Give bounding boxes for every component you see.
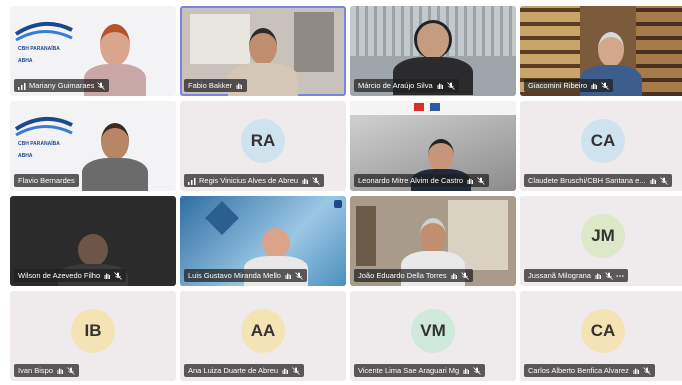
participant-tile[interactable]: IB Ivan Bispo [10,291,176,381]
name-plate: Giacomini Ribeiro [524,79,614,92]
participant-tile[interactable]: Luis Gustavo Miranda Mello [180,196,346,286]
participant-name: João Eduardo Della Torres [358,271,447,280]
raise-hand-icon [594,272,602,280]
mic-muted-icon [473,366,481,375]
avatar: AA [241,308,285,353]
raise-hand-icon [466,177,474,185]
logo-text: ABHA [18,153,33,159]
logo-text: CBH PARANAÍBA [18,141,60,147]
mic-muted-icon [605,271,613,280]
mic-muted-icon [292,366,300,375]
name-plate: Wilson de Azevedo Filho [14,269,127,282]
participant-tile[interactable]: Wilson de Azevedo Filho [10,196,176,286]
participant-figure [81,123,148,191]
raise-hand-icon [436,82,444,90]
participant-tile[interactable]: CA Claudete Bruschi/CBH Santana e... [520,101,682,191]
mic-muted-icon [601,81,609,90]
participant-name: Regis Vinicius Alves de Abreu [199,176,299,185]
mic-muted-icon [114,271,122,280]
raise-hand-icon [450,272,458,280]
raise-hand-icon [103,272,111,280]
participant-name: Márcio de Araújo Silva [358,81,433,90]
more-icon[interactable] [616,272,624,280]
logo-text: ABHA [18,58,33,64]
participant-name: Luis Gustavo Miranda Mello [188,271,281,280]
logo-text: CBH PARANAÍBA [18,46,60,52]
raise-hand-icon [301,177,309,185]
participant-name: Ivan Bispo [18,366,54,375]
participant-tile[interactable]: CA Carlos Alberto Benfica Alvarez [520,291,682,381]
participant-name: Mariany Guimaraes [29,81,95,90]
participant-name: Giacomini Ribeiro [528,81,588,90]
mic-muted-icon [477,176,485,185]
participant-tile[interactable]: João Eduardo Della Torres [350,196,516,286]
participant-tile[interactable]: RA Regis Vinicius Alves de Abreu [180,101,346,191]
mic-muted-icon [295,271,303,280]
avatar: CA [581,308,625,353]
name-plate: João Eduardo Della Torres [354,269,473,282]
participant-tile[interactable]: Fabio Bakker [180,6,346,96]
participant-name: Claudete Bruschi/CBH Santana e... [528,176,646,185]
name-plate: Regis Vinicius Alves de Abreu [184,174,325,187]
video-grid: CBH PARANAÍBA ABHA Mariany Guimaraes Fab… [10,6,682,381]
avatar: VM [411,308,455,353]
participant-name: Flavio Bernardes [18,176,75,185]
name-plate: Ana Luiza Duarte de Abreu [184,364,305,377]
raise-hand-icon [649,177,657,185]
avatar: JM [581,213,625,258]
participant-name: Jussanã Milograna [528,271,591,280]
participant-name: Leonardo Mitre Alvim de Castro [358,176,464,185]
participant-tile[interactable]: AA Ana Luiza Duarte de Abreu [180,291,346,381]
name-plate: Mariany Guimaraes [14,79,110,92]
mic-muted-icon [446,81,455,90]
participant-tile[interactable]: JM Jussanã Milograna [520,196,682,286]
raise-hand-icon [281,367,289,375]
raise-hand-icon [56,367,64,375]
avatar: RA [241,118,285,163]
raise-hand-icon [462,367,470,375]
participant-name: Carlos Alberto Benfica Alvarez [528,366,629,375]
mic-muted-icon [643,366,651,375]
name-plate: Márcio de Araújo Silva [354,79,459,92]
name-plate: Ivan Bispo [14,364,80,377]
name-plate: Jussanã Milograna [524,269,628,282]
mic-muted-icon [97,81,106,90]
participant-tile[interactable]: VM Vicente Lima Sae Araguari Mg [350,291,516,381]
name-plate: Leonardo Mitre Alvim de Castro [354,174,490,187]
participant-name: Ana Luiza Duarte de Abreu [188,366,279,375]
name-plate: Claudete Bruschi/CBH Santana e... [524,174,672,187]
avatar: CA [581,118,625,163]
participant-tile[interactable]: Giacomini Ribeiro [520,6,682,96]
mic-muted-icon [312,176,320,185]
participant-tile[interactable]: CBH PARANAÍBA ABHA Flavio Bernardes [10,101,176,191]
participant-name: Wilson de Azevedo Filho [18,271,101,280]
participant-name: Vicente Lima Sae Araguari Mg [358,366,460,375]
participant-name: Fabio Bakker [188,81,233,90]
avatar: IB [71,308,115,353]
signal-icon [188,177,196,185]
raise-hand-icon [284,272,292,280]
name-plate: Carlos Alberto Benfica Alvarez [524,364,655,377]
mic-muted-icon [460,271,469,280]
name-plate: Fabio Bakker [184,79,248,92]
mic-muted-icon [67,366,75,375]
name-plate: Vicente Lima Sae Araguari Mg [354,364,486,377]
mic-muted-icon [659,176,668,185]
raise-hand-icon [590,82,598,90]
name-plate: Flavio Bernardes [14,174,79,187]
raise-hand-icon [235,82,243,90]
participant-tile[interactable]: Leonardo Mitre Alvim de Castro [350,101,516,191]
raise-hand-icon [632,367,640,375]
participant-tile[interactable]: CBH PARANAÍBA ABHA Mariany Guimaraes [10,6,176,96]
name-plate: Luis Gustavo Miranda Mello [184,269,307,282]
participant-tile[interactable]: Márcio de Araújo Silva [350,6,516,96]
signal-icon [18,82,26,90]
